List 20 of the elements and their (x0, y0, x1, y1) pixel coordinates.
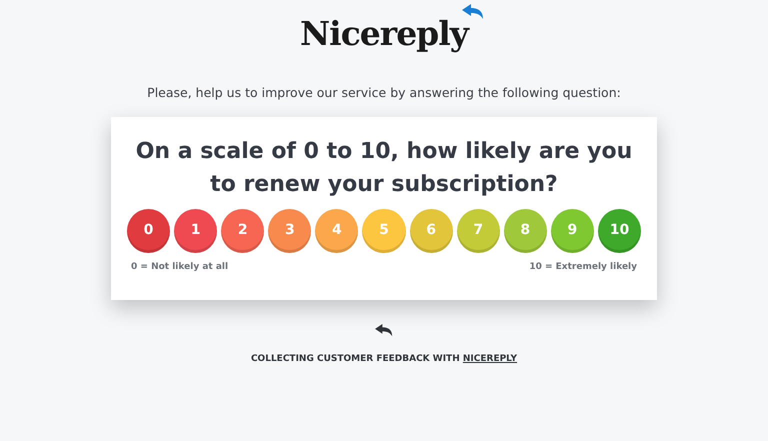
footer-link[interactable]: NICEREPLY (462, 354, 518, 364)
score-button[interactable]: 0 (126, 208, 170, 253)
intro-text: Please, help us to improve our service by answering the following question: (147, 84, 621, 102)
reply-arrow-icon (375, 324, 393, 338)
score-button[interactable]: 10 (598, 208, 642, 253)
question-text: On a scale of 0 to 10, how likely are you to renew your subscription? (134, 138, 634, 199)
score-button[interactable]: 8 (504, 208, 547, 253)
score-button[interactable]: 1 (174, 208, 218, 253)
scale-low-label: 0 = Not likely at all (131, 260, 228, 274)
score-button[interactable]: 9 (550, 208, 594, 253)
score-button[interactable]: 4 (315, 208, 358, 253)
logo-text: Nicereply (300, 14, 468, 53)
score-button[interactable]: 5 (362, 208, 406, 253)
score-button[interactable]: 7 (456, 208, 500, 253)
reply-arrow-icon (462, 4, 484, 20)
footer-text: COLLECTING CUSTOMER FEEDBACK WITH (250, 354, 460, 364)
scale-high-label: 10 = Extremely likely (529, 260, 637, 274)
score-button[interactable]: 3 (268, 208, 312, 253)
score-button[interactable]: 6 (410, 208, 453, 253)
score-button[interactable]: 2 (221, 208, 264, 253)
